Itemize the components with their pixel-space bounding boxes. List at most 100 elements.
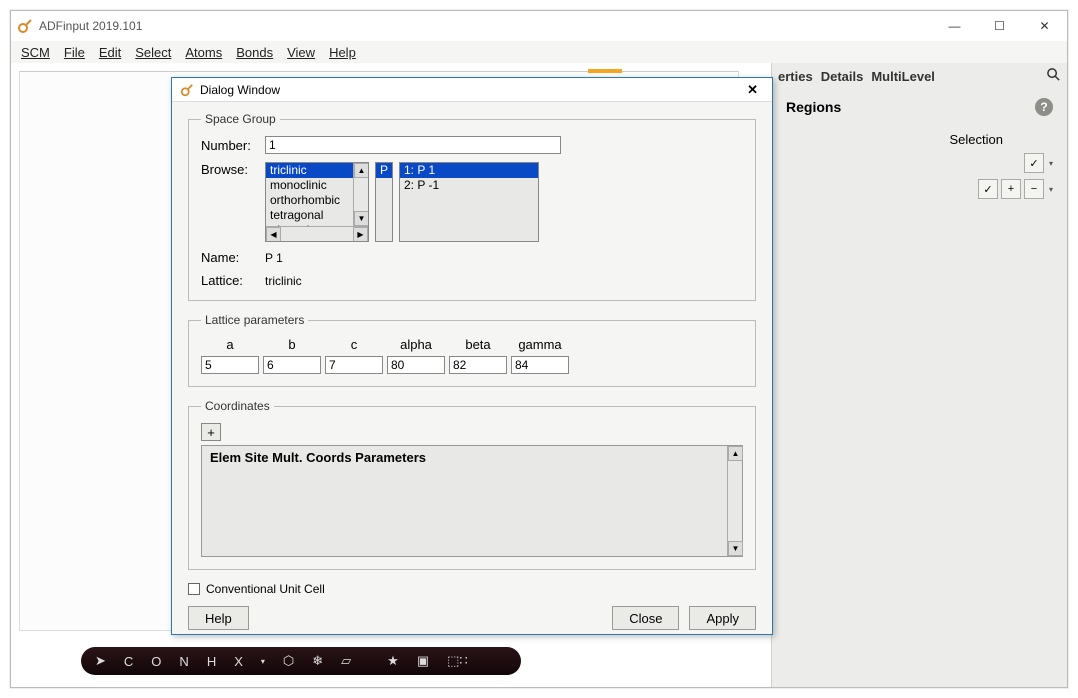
scrollbar-horizontal[interactable]: ◀ ▶ (266, 226, 368, 241)
scroll-up-icon[interactable]: ▲ (728, 446, 743, 461)
tool-halogen[interactable]: X (234, 654, 243, 669)
regions-label: Regions (786, 99, 841, 115)
app-icon (17, 18, 33, 34)
tab-properties[interactable]: erties (778, 69, 813, 84)
sg-lattice-value: triclinic (265, 274, 302, 288)
active-tab-indicator (588, 69, 622, 73)
crystal-system-listbox[interactable]: triclinic monoclinic orthorhombic tetrag… (265, 162, 369, 242)
menu-bonds[interactable]: Bonds (236, 45, 273, 60)
titlebar: ADFinput 2019.101 — ☐ ✕ (11, 11, 1067, 41)
sg-number-label: Number: (201, 138, 257, 153)
menu-atoms[interactable]: Atoms (185, 45, 222, 60)
tool-nitrogen[interactable]: N (179, 654, 188, 669)
selection-check2-button[interactable]: ✓ (978, 179, 998, 199)
sg-name-value: P 1 (265, 251, 283, 265)
menu-file[interactable]: File (64, 45, 85, 60)
add-coordinate-button[interactable]: + (201, 423, 221, 441)
tool-carbon[interactable]: C (124, 654, 133, 669)
coordinates-columns: Elem Site Mult. Coords Parameters (202, 446, 742, 469)
menu-help[interactable]: Help (329, 45, 356, 60)
apply-button[interactable]: Apply (689, 606, 756, 630)
space-group-listbox[interactable]: 1: P 1 2: P -1 (399, 162, 539, 242)
close-button[interactable]: ✕ (1022, 11, 1067, 41)
lattice-a-label: a (201, 337, 259, 352)
lattice-alpha-label: alpha (387, 337, 445, 352)
scrollbar-vertical[interactable]: ▲ ▼ (727, 446, 742, 556)
coordinates-list[interactable]: Elem Site Mult. Coords Parameters ▲ ▼ (201, 445, 743, 557)
selection-remove-button[interactable]: − (1024, 179, 1044, 199)
tool-ring-icon[interactable]: ⬡ (283, 653, 294, 669)
scroll-left-icon[interactable]: ◀ (266, 227, 281, 242)
tab-details[interactable]: Details (821, 69, 864, 84)
menubar: SCM File Edit Select Atoms Bonds View He… (11, 41, 1067, 63)
right-panel-tabs: erties Details MultiLevel (772, 63, 1067, 90)
minimize-button[interactable]: — (932, 11, 977, 41)
lattice-b-input[interactable] (263, 356, 321, 374)
dialog-close-icon[interactable]: ✕ (741, 80, 764, 100)
dialog-window: Dialog Window ✕ Space Group Number: Brow… (171, 77, 773, 635)
conventional-unit-cell-checkbox[interactable] (188, 583, 200, 595)
app-window: ADFinput 2019.101 — ☐ ✕ SCM File Edit Se… (10, 10, 1068, 688)
tool-grid-icon[interactable]: ⬚∷ (447, 653, 468, 669)
space-group-legend: Space Group (201, 112, 280, 126)
space-group-fieldset: Space Group Number: Browse: triclinic mo… (188, 112, 756, 301)
menu-select[interactable]: Select (135, 45, 171, 60)
regions-header: Regions ? (772, 90, 1067, 124)
scroll-right-icon[interactable]: ▶ (353, 227, 368, 242)
dialog-icon (180, 83, 194, 97)
lattice-gamma-label: gamma (511, 337, 569, 352)
sg-lattice-label: Lattice: (201, 273, 257, 288)
conventional-unit-cell-label: Conventional Unit Cell (206, 582, 325, 596)
maximize-button[interactable]: ☐ (977, 11, 1022, 41)
tool-plane-icon[interactable]: ▱ (341, 653, 351, 669)
tab-multilevel[interactable]: MultiLevel (871, 69, 935, 84)
lattice-legend: Lattice parameters (201, 313, 308, 327)
lattice-c-input[interactable] (325, 356, 383, 374)
sg-name-label: Name: (201, 250, 257, 265)
tool-halogen-dropdown-icon[interactable]: ▾ (261, 657, 265, 666)
centering-listbox[interactable]: P (375, 162, 393, 242)
lattice-b-label: b (263, 337, 321, 352)
selection-label: Selection (950, 132, 1003, 147)
sg-number-input[interactable] (265, 136, 561, 154)
window-controls: — ☐ ✕ (932, 11, 1067, 41)
app-title: ADFinput 2019.101 (39, 19, 142, 33)
scroll-down-icon[interactable]: ▼ (728, 541, 743, 556)
tool-pointer-icon[interactable]: ➤ (95, 653, 106, 669)
lattice-alpha-input[interactable] (387, 356, 445, 374)
menu-edit[interactable]: Edit (99, 45, 121, 60)
selection-add-button[interactable]: + (1001, 179, 1021, 199)
dialog-title: Dialog Window (200, 83, 280, 97)
element-toolbar: ➤ C O N H X ▾ ⬡ ❄ ▱ ★ ▣ ⬚∷ (81, 647, 521, 675)
scrollbar-vertical[interactable]: ▲ ▼ (353, 163, 368, 226)
menu-view[interactable]: View (287, 45, 315, 60)
lattice-beta-label: beta (449, 337, 507, 352)
lattice-c-label: c (325, 337, 383, 352)
coords-legend: Coordinates (201, 399, 274, 413)
tool-star-icon[interactable]: ★ (387, 653, 399, 669)
dialog-titlebar: Dialog Window ✕ (172, 78, 772, 102)
list-item[interactable]: 1: P 1 (400, 163, 538, 178)
tool-oxygen[interactable]: O (151, 654, 161, 669)
help-button[interactable]: Help (188, 606, 249, 630)
scroll-up-icon[interactable]: ▲ (354, 163, 369, 178)
sg-browse-label: Browse: (201, 162, 257, 177)
lattice-gamma-input[interactable] (511, 356, 569, 374)
selection-dropdown-icon[interactable]: ▾ (1049, 159, 1053, 168)
selection-dropdown2-icon[interactable]: ▾ (1049, 185, 1053, 194)
tool-snowflake-icon[interactable]: ❄ (312, 653, 323, 669)
scroll-down-icon[interactable]: ▼ (354, 211, 369, 226)
lattice-a-input[interactable] (201, 356, 259, 374)
regions-help-icon[interactable]: ? (1035, 98, 1053, 116)
tool-hydrogen[interactable]: H (207, 654, 216, 669)
coordinates-fieldset: Coordinates + Elem Site Mult. Coords Par… (188, 399, 756, 570)
menu-scm[interactable]: SCM (21, 45, 50, 60)
close-button[interactable]: Close (612, 606, 679, 630)
search-icon[interactable] (1046, 67, 1061, 86)
lattice-fieldset: Lattice parameters a b c alpha beta gamm… (188, 313, 756, 387)
lattice-beta-input[interactable] (449, 356, 507, 374)
list-item[interactable]: 2: P -1 (400, 178, 538, 193)
selection-check-button[interactable]: ✓ (1024, 153, 1044, 173)
tool-box-icon[interactable]: ▣ (417, 653, 429, 669)
list-item[interactable]: P (376, 163, 392, 178)
